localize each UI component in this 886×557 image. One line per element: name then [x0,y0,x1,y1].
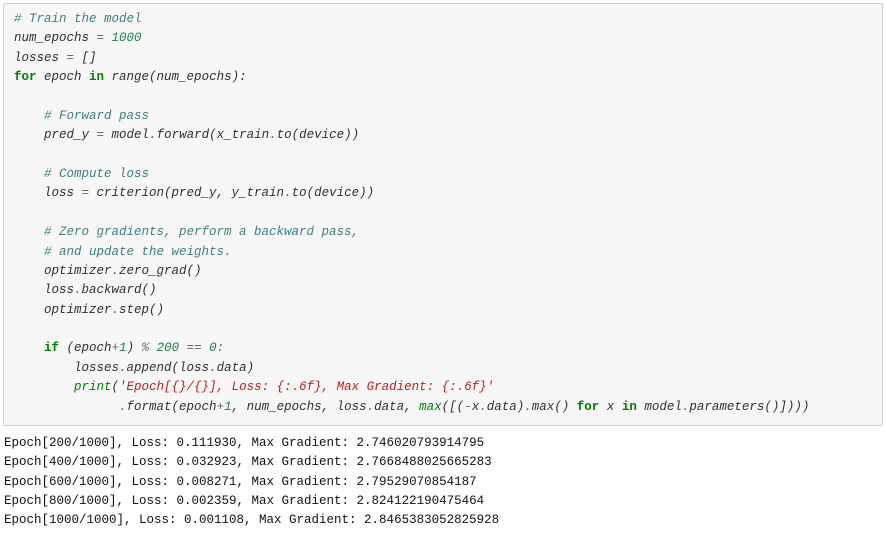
code-text: data) [487,400,525,414]
string: 'Epoch[{}/{}], Loss: {:.6f}, Max Gradien… [119,380,494,394]
code-text: losses [14,51,67,65]
output-line: Epoch[1000/1000], Loss: 0.001108, Max Gr… [4,513,499,527]
op: . [209,361,217,375]
op: . [112,303,120,317]
op: . [367,400,375,414]
op: = [67,51,75,65]
keyword: in [622,400,637,414]
op: . [119,400,127,414]
output-line: Epoch[200/1000], Loss: 0.111930, Max Gra… [4,436,484,450]
keyword: for [577,400,600,414]
builtin: print [74,380,112,394]
indent [14,341,44,355]
op: % [142,341,150,355]
num: 0 [202,341,217,355]
code-text: ([( [442,400,465,414]
output-line: Epoch[600/1000], Loss: 0.008271, Max Gra… [4,475,477,489]
code-text: parameters()]))) [689,400,809,414]
keyword: in [89,70,104,84]
code-text: max() [532,400,577,414]
output-cell: Epoch[200/1000], Loss: 0.111930, Max Gra… [0,432,886,535]
code-text: epoch [37,70,90,84]
output-line: Epoch[800/1000], Loss: 0.002359, Max Gra… [4,494,484,508]
output-line: Epoch[400/1000], Loss: 0.032923, Max Gra… [4,455,492,469]
op: . [112,264,120,278]
code-text: format(epoch [127,400,217,414]
code-text: ) [127,341,142,355]
code-text: range(num_epochs): [104,70,247,84]
paren: ( [112,380,120,394]
comment: # Compute loss [14,167,149,181]
code-text: loss [14,283,74,297]
keyword: if [44,341,59,355]
keyword: for [14,70,37,84]
op: = [97,31,105,45]
op: == [187,341,202,355]
code-text: data, [374,400,419,414]
code-text: to(device)) [277,128,360,142]
code-text: , num_epochs, loss [232,400,367,414]
builtin: max [419,400,442,414]
code-cell: # Train the model num_epochs = 1000 loss… [3,3,883,426]
code-text: optimizer [14,264,112,278]
code-text: model [104,128,149,142]
code-text: zero_grad() [119,264,202,278]
num: 200 [149,341,187,355]
code-text: to(device)) [292,186,375,200]
num: 1 [119,341,127,355]
op: : [217,341,225,355]
code-text: forward(x_train [157,128,270,142]
code-text: backward() [82,283,157,297]
op: . [269,128,277,142]
code-text: pred_y [14,128,97,142]
op: . [119,361,127,375]
op: = [97,128,105,142]
code-text: append(loss [127,361,210,375]
num: 1000 [104,31,142,45]
op: . [524,400,532,414]
op: - [464,400,472,414]
op: + [112,341,120,355]
code-text: criterion(pred_y, y_train [89,186,284,200]
op: = [82,186,90,200]
indent [14,380,74,394]
code-text: optimizer [14,303,112,317]
code-text: loss [14,186,82,200]
comment: # Forward pass [14,109,149,123]
op: + [217,400,225,414]
code-text: num_epochs [14,31,97,45]
code-text: (epoch [59,341,112,355]
op: . [149,128,157,142]
op: . [479,400,487,414]
op: . [284,186,292,200]
op: . [74,283,82,297]
comment: # Train the model [14,12,142,26]
comment: # and update the weights. [14,245,232,259]
code-text: data) [217,361,255,375]
code-text: x [599,400,622,414]
code-text: losses [14,361,119,375]
comment: # Zero gradients, perform a backward pas… [14,225,359,239]
code-text: [] [74,51,97,65]
code-text [14,400,119,414]
code-text: model [637,400,682,414]
num: 1 [224,400,232,414]
code-text: step() [119,303,164,317]
